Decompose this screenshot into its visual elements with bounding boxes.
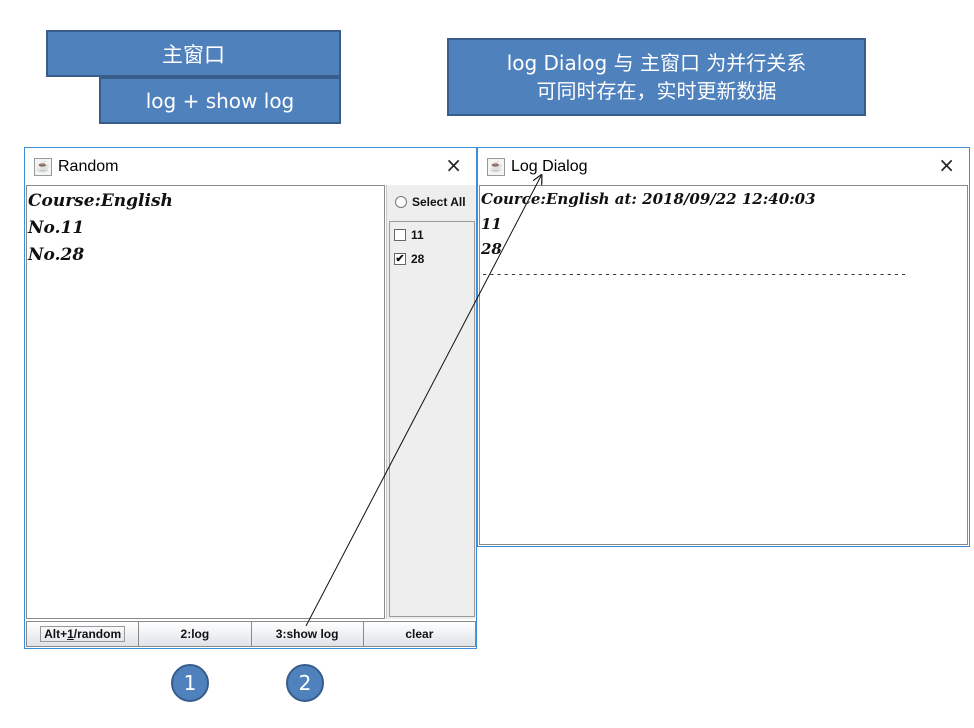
- log-separator: ----------------------------------------…: [481, 267, 908, 281]
- checkbox-label: 28: [411, 252, 425, 266]
- checkbox-unchecked-icon[interactable]: [394, 229, 406, 241]
- text-line-course: Course:English: [28, 191, 173, 211]
- step-2-number: 2: [298, 671, 312, 695]
- random-window: ☕ Random × Course:English No.11 No.28 Se…: [24, 147, 477, 649]
- checkbox-list[interactable]: 11 ✔ 28: [389, 221, 475, 617]
- show-log-button[interactable]: 3:show log: [250, 621, 364, 647]
- random-window-title: Random: [58, 157, 119, 175]
- button-bar: Alt+1/random 2:log 3:show log clear: [26, 621, 476, 647]
- text-line-number: No.28: [28, 245, 85, 265]
- checkbox-label: 11: [411, 228, 424, 242]
- radio-icon[interactable]: [395, 196, 407, 208]
- select-all-radio[interactable]: Select All: [395, 195, 466, 209]
- main-window-annotation: 主窗口: [46, 30, 341, 77]
- checkbox-item-11[interactable]: 11: [394, 228, 424, 242]
- step-1-number: 1: [183, 671, 197, 695]
- log-dialog-window: ☕ Log Dialog × Cource:English at: 2018/0…: [477, 147, 970, 547]
- random-button[interactable]: Alt+1/random: [26, 621, 140, 647]
- log-button[interactable]: 2:log: [138, 621, 252, 647]
- step-1-marker: 1: [171, 664, 209, 702]
- java-cup-icon: ☕: [34, 157, 52, 176]
- random-titlebar[interactable]: ☕ Random ×: [25, 148, 476, 185]
- java-cup-icon: ☕: [487, 157, 505, 176]
- log-line-number: 28: [481, 240, 502, 258]
- checkbox-checked-icon[interactable]: ✔: [394, 253, 406, 265]
- checkbox-item-28[interactable]: ✔ 28: [394, 252, 424, 266]
- random-button-suffix: /random: [73, 627, 122, 641]
- select-all-label: Select All: [412, 195, 466, 209]
- log-line-number: 11: [481, 215, 502, 233]
- random-button-prefix: Alt+: [44, 627, 68, 641]
- log-line-course: Cource:English at: 2018/09/22 12:40:03: [481, 190, 816, 208]
- random-text-area[interactable]: Course:English No.11 No.28: [26, 185, 385, 619]
- log-show-log-annotation: log + show log: [99, 77, 341, 124]
- description-line-1: log Dialog 与 主窗口 为并行关系: [506, 51, 807, 75]
- text-line-number: No.11: [28, 218, 85, 238]
- log-text-area[interactable]: Cource:English at: 2018/09/22 12:40:03 1…: [479, 185, 968, 545]
- log-dialog-title: Log Dialog: [511, 157, 588, 175]
- description-line-2: 可同时存在，实时更新数据: [536, 79, 777, 103]
- close-icon[interactable]: ×: [938, 155, 955, 175]
- description-annotation: log Dialog 与 主窗口 为并行关系 可同时存在，实时更新数据: [447, 38, 866, 116]
- main-window-annotation-text: 主窗口: [162, 42, 225, 67]
- step-2-marker: 2: [286, 664, 324, 702]
- close-icon[interactable]: ×: [445, 155, 462, 175]
- clear-button[interactable]: clear: [362, 621, 476, 647]
- log-show-log-annotation-text: log + show log: [145, 88, 295, 113]
- random-button-label: Alt+1/random: [40, 626, 126, 642]
- selection-panel: Select All 11 ✔ 28: [386, 185, 476, 619]
- random-button-mnemonic: 1: [67, 627, 74, 641]
- log-dialog-titlebar[interactable]: ☕ Log Dialog ×: [478, 148, 969, 185]
